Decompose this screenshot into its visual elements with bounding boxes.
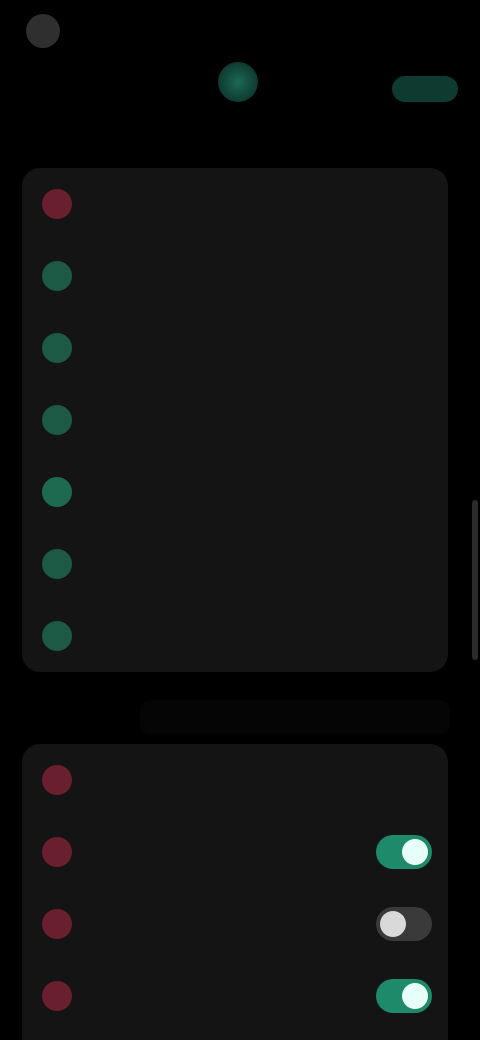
alert-icon bbox=[42, 189, 72, 219]
status-left bbox=[26, 14, 70, 48]
settings-row[interactable] bbox=[22, 744, 448, 816]
status-bar bbox=[0, 0, 480, 60]
alert-icon bbox=[42, 765, 72, 795]
settings-row[interactable] bbox=[22, 240, 448, 312]
settings-card-2 bbox=[22, 744, 448, 1040]
key-icon bbox=[42, 477, 72, 507]
settings-row[interactable] bbox=[22, 312, 448, 384]
section-divider bbox=[140, 700, 450, 734]
toggle-switch[interactable] bbox=[376, 835, 432, 869]
toggle-knob bbox=[380, 911, 406, 937]
person-icon bbox=[42, 333, 72, 363]
toggle-knob bbox=[402, 983, 428, 1009]
toggle-switch[interactable] bbox=[376, 979, 432, 1013]
settings-row[interactable] bbox=[22, 816, 448, 888]
avatar[interactable] bbox=[26, 14, 60, 48]
settings-row[interactable] bbox=[22, 600, 448, 672]
toggle-knob bbox=[402, 839, 428, 865]
settings-row[interactable] bbox=[22, 384, 448, 456]
alert-icon bbox=[42, 837, 72, 867]
settings-row[interactable] bbox=[22, 888, 448, 960]
alert-icon bbox=[42, 981, 72, 1011]
shield-icon bbox=[42, 261, 72, 291]
top-action-button[interactable] bbox=[392, 76, 458, 102]
settings-row[interactable] bbox=[22, 456, 448, 528]
device-icon bbox=[42, 549, 72, 579]
settings-row[interactable] bbox=[22, 960, 448, 1032]
lock-icon bbox=[42, 405, 72, 435]
toggle-switch[interactable] bbox=[376, 907, 432, 941]
scrollbar[interactable] bbox=[472, 500, 478, 660]
app-logo-icon bbox=[218, 62, 258, 102]
settings-card-1 bbox=[22, 168, 448, 672]
eye-icon bbox=[42, 621, 72, 651]
alert-icon bbox=[42, 909, 72, 939]
settings-row[interactable] bbox=[22, 528, 448, 600]
settings-row[interactable] bbox=[22, 168, 448, 240]
